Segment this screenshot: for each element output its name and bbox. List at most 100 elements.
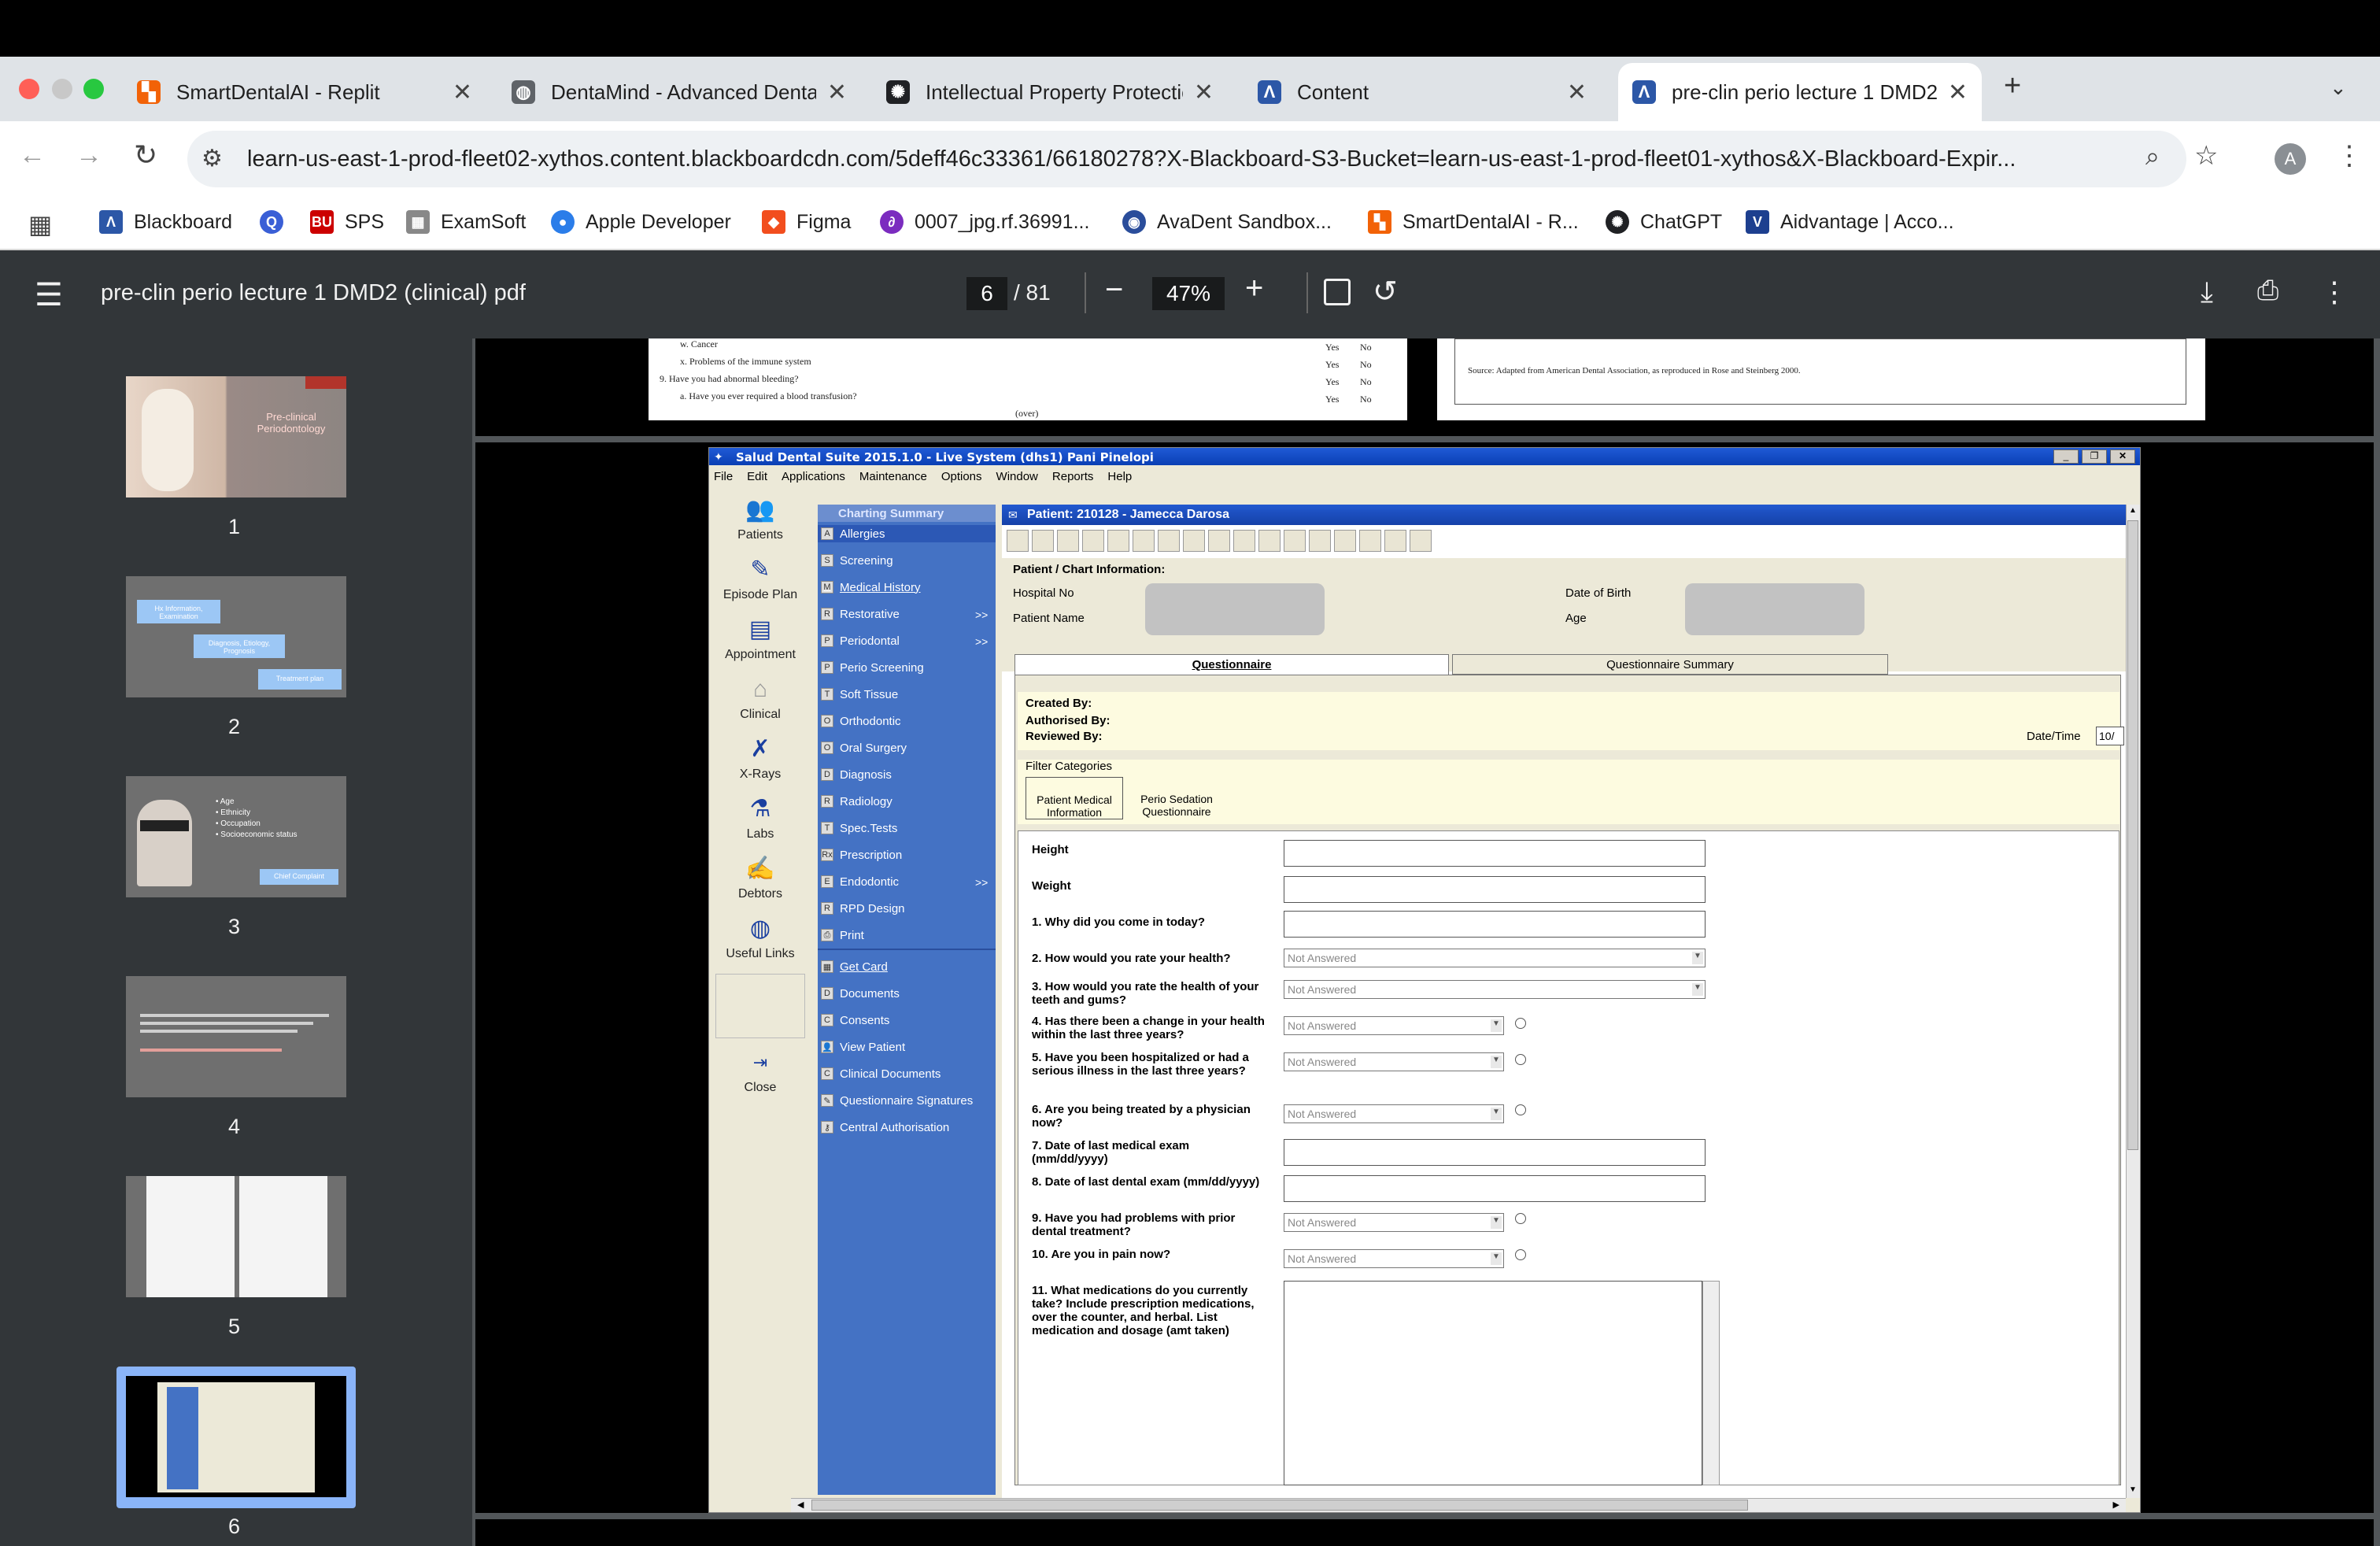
category-patient-medical-information[interactable]: Patient Medical Information — [1026, 777, 1123, 819]
menu-applications[interactable]: Applications — [782, 470, 845, 483]
thumbnail-page-2[interactable]: Hx Information, Examination Diagnosis, E… — [126, 576, 346, 697]
tool-button[interactable] — [1410, 530, 1432, 552]
menu-edit[interactable]: Edit — [747, 470, 767, 483]
page-number-input[interactable]: 6 — [966, 277, 1007, 310]
thumbnail-page-4[interactable] — [126, 976, 346, 1097]
minimize-button[interactable]: _ — [2053, 449, 2079, 464]
scroll-up-icon[interactable]: ▲ — [2128, 506, 2138, 517]
pain-radio[interactable] — [1515, 1249, 1526, 1260]
pain-select[interactable]: Not Answered — [1284, 1249, 1504, 1268]
health-change-radio[interactable] — [1515, 1018, 1526, 1029]
tool-button[interactable] — [1309, 530, 1331, 552]
module-xrays[interactable]: ✗ X-Rays — [712, 734, 808, 782]
panel-item-endodontic[interactable]: E Endodontic — [821, 873, 899, 890]
tool-button[interactable] — [1082, 530, 1104, 552]
bookmark-star-icon[interactable]: ☆ — [2194, 140, 2218, 172]
category-perio-sedation-questionnaire[interactable]: Perio Sedation Questionnaire — [1128, 777, 1225, 819]
tab-questionnaire-summary[interactable]: Questionnaire Summary — [1452, 654, 1888, 675]
tool-button[interactable] — [1007, 530, 1029, 552]
apps-grid-icon[interactable]: ▦ — [28, 209, 52, 239]
date-time-input[interactable]: 10/ — [2096, 727, 2124, 745]
vertical-scrollbar[interactable]: ▲ ▼ — [2126, 505, 2140, 1498]
panel-item-radiology[interactable]: R Radiology — [821, 793, 893, 810]
panel-item-medical-history[interactable]: M Medical History — [821, 579, 921, 596]
tool-button[interactable] — [1032, 530, 1054, 552]
bookmark-smartdentalai[interactable]: ▚ SmartDentalAI - R... — [1368, 206, 1579, 238]
tab-search-chevron-icon[interactable]: ⌄ — [2330, 76, 2347, 100]
health-change-select[interactable]: Not Answered — [1284, 1016, 1504, 1035]
panel-item-print[interactable]: ⎙ Print — [821, 926, 864, 944]
physician-select[interactable]: Not Answered — [1284, 1104, 1504, 1123]
textarea-scrollbar[interactable] — [1702, 1281, 1720, 1485]
maximize-window-button[interactable] — [83, 79, 104, 99]
panel-item-perio-screening[interactable]: P Perio Screening — [821, 659, 924, 676]
thumbnail-page-5[interactable] — [126, 1176, 346, 1297]
restore-button[interactable]: ❐ — [2082, 449, 2107, 464]
tool-button[interactable] — [1208, 530, 1230, 552]
vertical-scroll-thumb[interactable] — [2127, 520, 2138, 1150]
menu-window[interactable]: Window — [996, 470, 1038, 483]
reason-input[interactable] — [1284, 911, 1706, 938]
scroll-down-icon[interactable]: ▼ — [2128, 1485, 2138, 1496]
hamburger-menu-icon[interactable]: ☰ — [35, 277, 63, 313]
tab-smartdentalai[interactable]: ▚ SmartDentalAI - Replit ✕ — [123, 63, 486, 121]
height-input[interactable] — [1284, 840, 1706, 867]
zoom-level-input[interactable]: 47% — [1152, 277, 1225, 310]
bookmark-chatgpt[interactable]: ✺ ChatGPT — [1606, 206, 1722, 238]
weight-input[interactable] — [1284, 876, 1706, 903]
panel-item-screening[interactable]: S Screening — [821, 552, 893, 569]
module-labs[interactable]: ⚗ Labs — [712, 794, 808, 841]
panel-item-spec-tests[interactable]: T Spec.Tests — [821, 819, 897, 837]
fit-page-icon[interactable] — [1324, 279, 1351, 305]
panel-item-clinical-documents[interactable]: C Clinical Documents — [821, 1065, 941, 1082]
forward-arrow-icon[interactable]: → — [76, 140, 102, 171]
tool-button[interactable] — [1107, 530, 1129, 552]
bookmark-sps[interactable]: BU SPS — [310, 206, 384, 238]
close-button[interactable]: ✕ — [2110, 449, 2135, 464]
panel-item-restorative[interactable]: R Restorative — [821, 605, 900, 623]
tab-ip-protection[interactable]: ✺ Intellectual Property Protectio ✕ — [872, 63, 1228, 121]
close-tab-icon[interactable]: ✕ — [453, 79, 472, 106]
physician-radio[interactable] — [1515, 1104, 1526, 1115]
hospitalized-radio[interactable] — [1515, 1054, 1526, 1065]
tab-questionnaire[interactable]: Questionnaire — [1014, 654, 1449, 675]
menu-reports[interactable]: Reports — [1052, 470, 1094, 483]
bookmark-apple-developer[interactable]: ● Apple Developer — [551, 206, 731, 238]
module-debtors[interactable]: ✍ Debtors — [712, 854, 808, 901]
menu-help[interactable]: Help — [1107, 470, 1132, 483]
expand-restorative[interactable]: >> — [975, 608, 988, 621]
teeth-health-select[interactable]: Not Answered — [1284, 980, 1706, 999]
tab-pre-clin-perio[interactable]: Λ pre-clin perio lecture 1 DMD2 ✕ — [1618, 63, 1982, 121]
panel-item-oral-surgery[interactable]: O Oral Surgery — [821, 739, 907, 756]
panel-item-diagnosis[interactable]: D Diagnosis — [821, 766, 892, 783]
panel-item-prescription[interactable]: Rx Prescription — [821, 846, 902, 864]
module-useful-links[interactable]: ◍ Useful Links — [712, 914, 808, 961]
health-rating-select[interactable]: Not Answered — [1284, 949, 1706, 967]
profile-avatar[interactable]: A — [2275, 143, 2306, 175]
panel-item-consents[interactable]: C Consents — [821, 1012, 889, 1029]
tab-content[interactable]: Λ Content ✕ — [1244, 63, 1601, 121]
panel-item-soft-tissue[interactable]: T Soft Tissue — [821, 686, 898, 703]
medical-exam-date-input[interactable] — [1284, 1139, 1706, 1166]
rotate-icon[interactable]: ↺ — [1373, 274, 1398, 309]
scroll-right-icon[interactable]: ▶ — [2113, 1500, 2119, 1510]
address-bar[interactable]: learn-us-east-1-prod-fleet02-xythos.cont… — [187, 131, 2186, 187]
tool-button[interactable] — [1158, 530, 1180, 552]
zoom-search-icon[interactable]: ⌕ — [2145, 142, 2160, 172]
site-info-icon[interactable]: ⚙ — [201, 145, 223, 172]
bookmark-avadent[interactable]: ◉ AvaDent Sandbox... — [1122, 206, 1332, 238]
tool-button[interactable] — [1334, 530, 1356, 552]
bookmark-q[interactable]: Q — [260, 206, 294, 238]
bookmark-aidvantage[interactable]: V Aidvantage | Acco... — [1746, 206, 1954, 238]
reload-icon[interactable]: ↻ — [134, 139, 157, 172]
module-patients[interactable]: 👥 Patients — [712, 495, 808, 542]
thumbnail-page-1[interactable]: Pre-clinical Periodontology — [126, 376, 346, 497]
tool-button[interactable] — [1183, 530, 1205, 552]
prior-treatment-radio[interactable] — [1515, 1213, 1526, 1224]
expand-endodontic[interactable]: >> — [975, 876, 988, 889]
panel-item-get-card[interactable]: ▦ Get Card — [821, 958, 888, 975]
tool-button[interactable] — [1284, 530, 1306, 552]
more-options-icon[interactable]: ⋮ — [2320, 276, 2349, 309]
tool-button[interactable] — [1057, 530, 1079, 552]
thumbnail-page-6[interactable] — [126, 1376, 346, 1497]
